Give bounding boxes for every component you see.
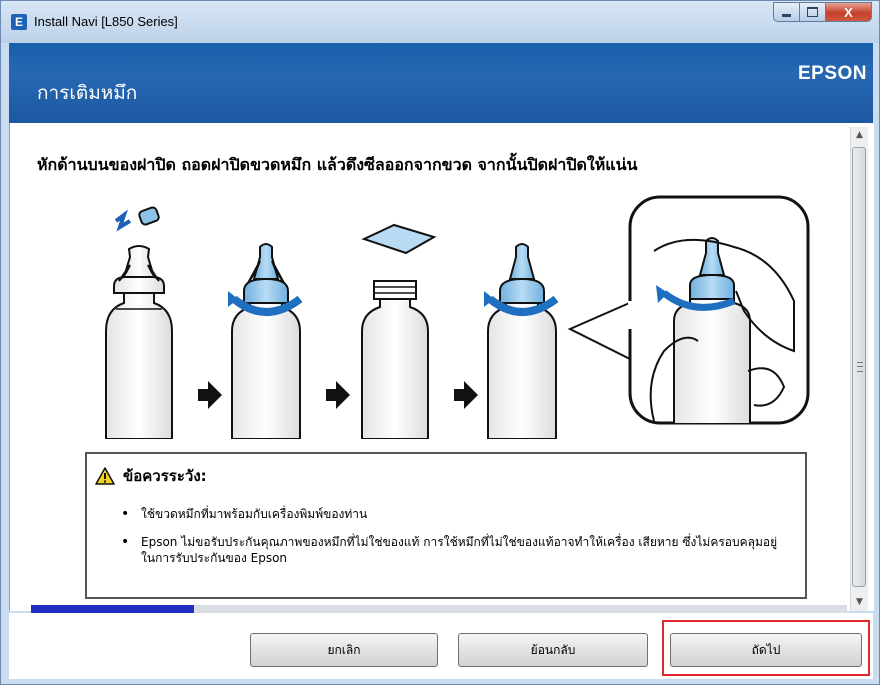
arrow-right-icon [198,381,222,409]
back-button[interactable]: ย้อนกลับ [458,633,648,667]
scroll-down-arrow-icon[interactable]: ▼ [851,594,868,611]
caution-list: • ใช้ขวดหมึกที่มาพร้อมกับเครื่องพิมพ์ของ… [121,506,781,578]
warning-icon [95,467,115,485]
page-header: การเติมหมึก EPSON [9,43,873,123]
minimize-button[interactable] [773,2,800,22]
caution-item-text: ใช้ขวดหมึกที่มาพร้อมกับเครื่องพิมพ์ของท่… [141,507,368,521]
hand-icon [567,195,810,425]
minimize-icon [782,14,791,17]
arrow-right-icon [326,381,350,409]
epson-logo: EPSON [797,63,867,84]
ink-bottle-icon [105,206,173,439]
caution-item: • ใช้ขวดหมึกที่มาพร้อมกับเครื่องพิมพ์ของ… [121,506,781,522]
twist-cap-icon [228,243,303,439]
window-title: Install Navi [L850 Series] [34,14,178,29]
scrollbar-thumb[interactable] [852,147,866,587]
ink-refill-illustration [105,195,810,439]
bullet: • [121,534,130,550]
vertical-scrollbar[interactable]: ▲ ▼ [850,127,868,611]
grip-icon [857,362,863,372]
cancel-button[interactable]: ยกเลิก [250,633,438,667]
instruction-text: หักด้านบนของฝาปิด ถอดฝาปิดขวดหมึก แล้วดึ… [37,155,638,174]
button-bar: ยกเลิก ย้อนกลับ ถัดไป [9,613,873,679]
scroll-up-arrow-icon[interactable]: ▲ [851,127,868,144]
maximize-button[interactable] [800,2,826,22]
bullet: • [121,506,130,522]
close-button[interactable]: X [826,2,872,22]
title-bar[interactable]: E Install Navi [L850 Series] X [1,1,879,43]
caution-item: • Epson ไม่ขอรับประกันคุณภาพของหมึกที่ไม… [121,534,781,566]
close-icon: X [844,4,853,20]
window-controls: X [773,2,872,22]
content-area: หักด้านบนของฝาปิด ถอดฝาปิดขวดหมึก แล้วดึ… [9,123,874,611]
page-title: การเติมหมึก [37,82,138,104]
progress-bar-fill [31,605,195,613]
epson-app-icon: E [11,14,27,30]
next-button[interactable]: ถัดไป [670,633,862,667]
arrow-right-icon [454,381,478,409]
seal-icon [361,223,437,439]
progress-bar [31,605,847,613]
caution-item-text: Epson ไม่ขอรับประกันคุณภาพของหมึกที่ไม่ใ… [141,535,778,565]
caution-title: ข้อควรระวัง: [123,467,207,485]
maximize-icon [807,7,818,17]
ink-bottle-icon [484,243,559,439]
caution-box: ข้อควรระวัง: • ใช้ขวดหมึกที่มาพร้อมกับเค… [85,452,807,599]
installer-window: E Install Navi [L850 Series] X การเติมหม… [0,0,880,685]
caution-header: ข้อควรระวัง: [95,464,207,488]
